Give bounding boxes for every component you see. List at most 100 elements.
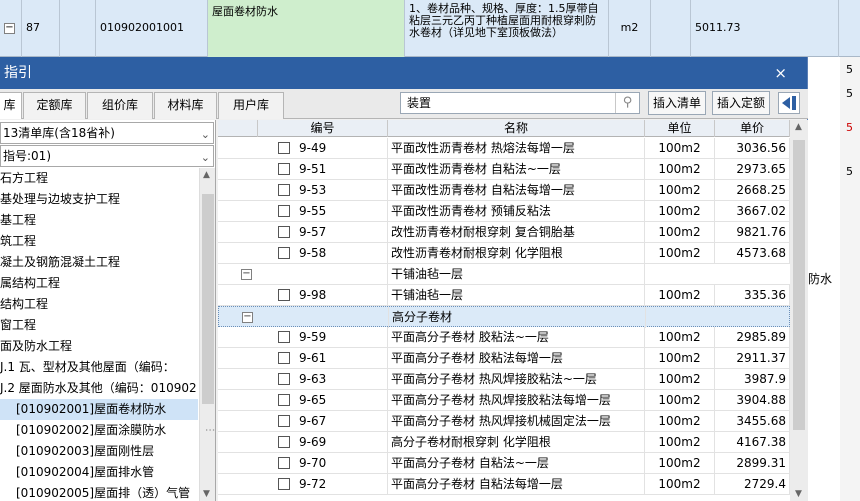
row-price: 4167.38 xyxy=(715,432,790,453)
table-row[interactable]: 9-57 改性沥青卷材耐根穿刺 复合铜胎基 100m2 9821.76 xyxy=(218,222,790,243)
scroll-up-icon[interactable]: ▲ xyxy=(795,122,802,132)
header-name: 名称 xyxy=(388,120,645,137)
scrollbar-thumb[interactable] xyxy=(793,140,805,430)
table-row[interactable]: 9-61 平面高分子卷材 胶粘法每增一层 100m2 2911.37 xyxy=(218,348,790,369)
tree-item[interactable]: 凝土及钢筋混凝土工程 xyxy=(0,252,198,273)
row-checkbox[interactable] xyxy=(278,247,290,259)
row-price: 2985.89 xyxy=(715,327,790,348)
row-checkbox[interactable] xyxy=(278,415,290,427)
row-unit: 100m2 xyxy=(645,222,715,243)
row-checkbox[interactable] xyxy=(278,226,290,238)
row-number: 87 xyxy=(22,0,60,57)
row-checkbox[interactable] xyxy=(278,205,290,217)
table-row[interactable]: 9-72 平面高分子卷材 自粘法每增一层 100m2 2729.4 xyxy=(218,474,790,495)
splitter-grip-icon[interactable]: ⋮ xyxy=(204,425,215,435)
tab-composite-library[interactable]: 组价库 xyxy=(87,92,153,119)
row-price: 335.36 xyxy=(715,285,790,306)
table-row[interactable]: 9-65 平面高分子卷材 热风焊接胶粘法每增一层 100m2 3904.88 xyxy=(218,390,790,411)
insert-quota-button[interactable]: 插入定额 xyxy=(712,91,770,115)
dialog-title: 指引 xyxy=(4,65,32,81)
tree-item[interactable]: [010902004]屋面排水管 xyxy=(0,462,198,483)
dialog-titlebar[interactable]: 指引 × xyxy=(0,57,807,89)
scroll-down-icon[interactable]: ▼ xyxy=(795,489,802,499)
search-icon[interactable]: ⚲ xyxy=(615,93,639,113)
chapter-select[interactable]: 指号:01) ⌄ xyxy=(0,145,214,167)
collapse-icon[interactable]: − xyxy=(241,269,252,280)
row-checkbox[interactable] xyxy=(278,352,290,364)
row-checkbox[interactable] xyxy=(278,373,290,385)
row-name: 高分子卷材耐根穿刺 化学阻根 xyxy=(388,432,645,453)
row-checkbox[interactable] xyxy=(278,142,290,154)
table-row[interactable]: 9-69 高分子卷材耐根穿刺 化学阻根 100m2 4167.38 xyxy=(218,432,790,453)
tab-material-library[interactable]: 材料库 xyxy=(154,92,217,119)
tree-item[interactable]: [010902003]屋面刚性层 xyxy=(0,441,198,462)
tree-item[interactable]: 基工程 xyxy=(0,210,198,231)
tree-item[interactable]: 筑工程 xyxy=(0,231,198,252)
row-price: 3667.02 xyxy=(715,201,790,222)
library-select[interactable]: 13清单库(含18省补) ⌄ xyxy=(0,122,214,144)
tree-item[interactable]: 面及防水工程 xyxy=(0,336,198,357)
empty-cell xyxy=(651,0,691,57)
table-row[interactable]: 9-59 平面高分子卷材 胶粘法~一层 100m2 2985.89 xyxy=(218,327,790,348)
table-scrollbar[interactable]: ▲ ▼ xyxy=(790,120,808,501)
table-row[interactable]: 9-53 平面改性沥青卷材 自粘法每增一层 100m2 2668.25 xyxy=(218,180,790,201)
table-row[interactable]: 9-67 平面高分子卷材 热风焊接机械固定法一层 100m2 3455.68 xyxy=(218,411,790,432)
tree-item[interactable]: [010902002]屋面涂膜防水 xyxy=(0,420,198,441)
row-checkbox[interactable] xyxy=(278,289,290,301)
table-row[interactable]: 9-49 平面改性沥青卷材 热熔法每增一层 100m2 3036.56 xyxy=(218,138,790,159)
tab-user-library[interactable]: 用户库 xyxy=(218,92,284,119)
tree-item[interactable]: 属结构工程 xyxy=(0,273,198,294)
row-expander[interactable]: − xyxy=(0,0,22,57)
group-row[interactable]: − 干铺油毡一层 xyxy=(218,264,790,285)
empty-cell xyxy=(60,0,96,57)
tab-list-library[interactable]: 库 xyxy=(0,92,22,119)
tree-item-selected[interactable]: [010902001]屋面卷材防水 xyxy=(0,399,198,420)
tree-item[interactable]: [010902005]屋面排（透）气管 xyxy=(0,483,198,501)
search-input[interactable]: 装置 ⚲ xyxy=(400,92,640,114)
tree-item[interactable]: 窗工程 xyxy=(0,315,198,336)
tree-item[interactable]: J.1 瓦、型材及其他屋面（编码： xyxy=(0,357,198,378)
header-blank xyxy=(218,120,258,137)
row-code: 9-57 xyxy=(296,222,388,243)
scroll-up-icon[interactable]: ▲ xyxy=(203,170,210,180)
row-checkbox[interactable] xyxy=(278,457,290,469)
row-unit: 100m2 xyxy=(645,138,715,159)
row-price: 2973.65 xyxy=(715,159,790,180)
row-checkbox[interactable] xyxy=(278,436,290,448)
row-name: 平面高分子卷材 自粘法每增一层 xyxy=(388,474,645,495)
table-row[interactable]: 9-98 干铺油毡一层 100m2 335.36 xyxy=(218,285,790,306)
row-checkbox[interactable] xyxy=(278,478,290,490)
quota-table: 编号 名称 单位 单价 9-49 平面改性沥青卷材 热熔法每增一层 100m2 303… xyxy=(218,120,790,501)
tree-item[interactable]: 石方工程 xyxy=(0,168,198,189)
tree-item[interactable]: J.2 屋面防水及其他（编码：010902 xyxy=(0,378,198,399)
tree-scrollbar[interactable]: ▲ ▼ xyxy=(199,168,215,501)
row-checkbox[interactable] xyxy=(278,394,290,406)
row-code: 9-59 xyxy=(296,327,388,348)
table-row[interactable]: 9-63 平面高分子卷材 热风焊接胶粘法~一层 100m2 3987.9 xyxy=(218,369,790,390)
collapse-icon[interactable]: − xyxy=(242,312,253,323)
insert-list-button[interactable]: 插入清单 xyxy=(648,91,706,115)
tree-item[interactable]: 基处理与边坡支护工程 xyxy=(0,189,198,210)
table-row[interactable]: 9-55 平面改性沥青卷材 预铺反粘法 100m2 3667.02 xyxy=(218,201,790,222)
table-row[interactable]: 9-70 平面高分子卷材 自粘法~一层 100m2 2899.31 xyxy=(218,453,790,474)
tab-quota-library[interactable]: 定额库 xyxy=(23,92,86,119)
row-price: 3036.56 xyxy=(715,138,790,159)
row-checkbox[interactable] xyxy=(278,331,290,343)
row-checkbox[interactable] xyxy=(278,184,290,196)
table-row[interactable]: 9-58 改性沥青卷材耐根穿刺 化学阻根 100m2 4573.68 xyxy=(218,243,790,264)
tree-item[interactable]: 结构工程 xyxy=(0,294,198,315)
collapse-panel-icon[interactable] xyxy=(778,92,800,114)
table-row[interactable]: 9-51 平面改性沥青卷材 自粘法~一层 100m2 2973.65 xyxy=(218,159,790,180)
close-icon[interactable]: × xyxy=(774,57,787,89)
row-unit: 100m2 xyxy=(645,285,715,306)
row-name: 平面高分子卷材 热风焊接机械固定法一层 xyxy=(388,411,645,432)
row-name: 平面改性沥青卷材 预铺反粘法 xyxy=(388,201,645,222)
row-checkbox[interactable] xyxy=(278,163,290,175)
group-row[interactable]: − 高分子卷材 xyxy=(218,306,790,328)
row-code: 010902001001 xyxy=(96,0,208,57)
row-name: 改性沥青卷材耐根穿刺 复合铜胎基 xyxy=(388,222,645,243)
row-code: 9-53 xyxy=(296,180,388,201)
group-name: 干铺油毡一层 xyxy=(388,264,645,285)
scroll-down-icon[interactable]: ▼ xyxy=(203,489,210,499)
scrollbar-thumb[interactable] xyxy=(202,194,214,404)
